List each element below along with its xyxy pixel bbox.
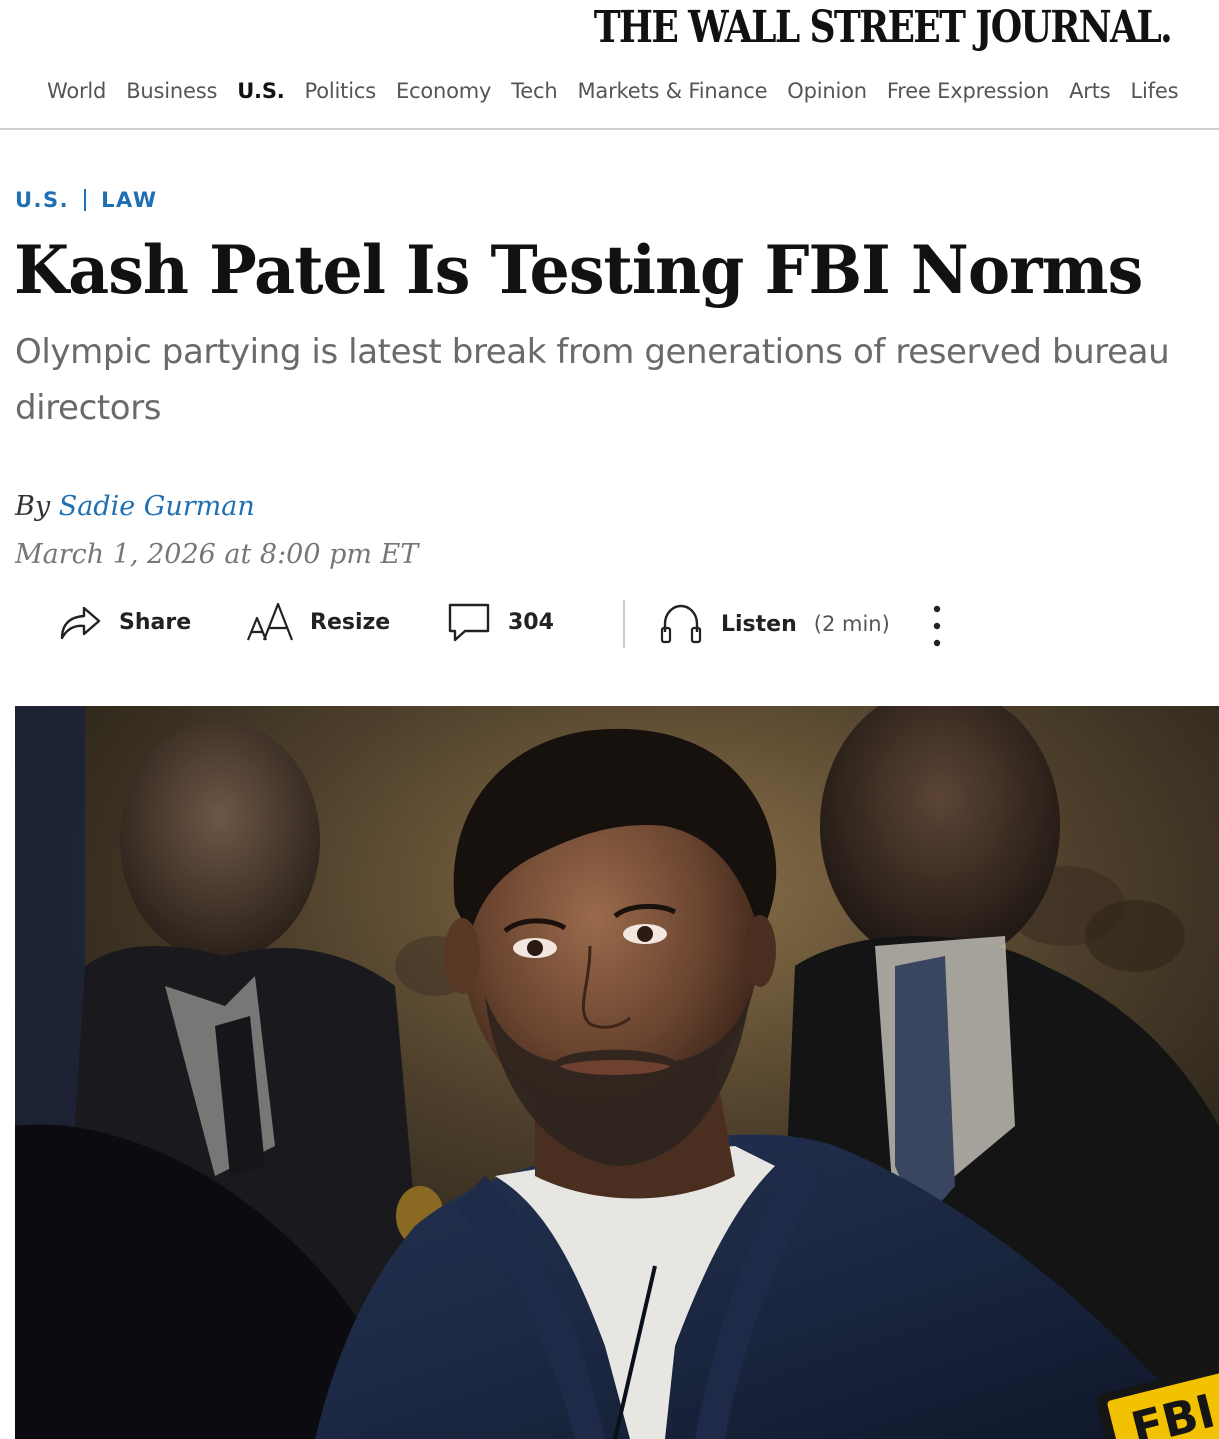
resize-button[interactable]: Resize (246, 594, 390, 650)
hero-photo-illustration: FBI (15, 706, 1219, 1439)
author-link[interactable]: Sadie Gurman (59, 491, 255, 522)
resize-label: Resize (310, 609, 391, 635)
byline: By Sadie Gurman (15, 489, 255, 525)
article-toolbar: Share Resize 304 Listen (2 min) (0, 594, 1000, 654)
headphones-icon (659, 602, 703, 646)
hero-photo: FBI (15, 706, 1219, 1439)
nav-item-lifestyle[interactable]: Lifes (1131, 74, 1179, 108)
comment-count: 304 (508, 609, 554, 635)
byline-prefix: By (15, 491, 51, 522)
share-button[interactable]: Share (57, 594, 191, 650)
listen-label: Listen (721, 611, 797, 637)
nav-item-business[interactable]: Business (126, 74, 217, 108)
vertical-ellipsis-icon (926, 600, 948, 648)
toolbar-divider (623, 600, 625, 648)
kicker-section-link[interactable]: U.S. (15, 186, 69, 214)
speech-bubble-icon (447, 601, 491, 643)
nav-item-politics[interactable]: Politics (305, 74, 377, 108)
article-headline: Kash Patel Is Testing FBI Norms (14, 231, 1143, 309)
nav-item-tech[interactable]: Tech (511, 74, 557, 108)
article-kicker: U.S. LAW (15, 186, 158, 214)
wsj-logo[interactable]: THE WALL STREET JOURNAL. (594, 4, 1173, 52)
section-nav: World Business U.S. Politics Economy Tec… (47, 74, 1179, 108)
comments-button[interactable]: 304 (447, 594, 554, 650)
kicker-subsection-link[interactable]: LAW (101, 186, 157, 214)
nav-item-world[interactable]: World (47, 74, 106, 108)
kicker-divider (84, 189, 87, 211)
nav-item-economy[interactable]: Economy (396, 74, 492, 108)
nav-item-free-expression[interactable]: Free Expression (887, 74, 1049, 108)
nav-item-opinion[interactable]: Opinion (787, 74, 867, 108)
listen-button[interactable]: Listen (2 min) (659, 596, 890, 652)
nav-item-arts[interactable]: Arts (1069, 74, 1111, 108)
nav-item-markets-finance[interactable]: Markets & Finance (578, 74, 768, 108)
publish-timestamp: March 1, 2026 at 8:00 pm ET (15, 539, 419, 570)
article-dek: Olympic partying is latest break from ge… (15, 332, 1170, 428)
nav-item-us[interactable]: U.S. (237, 74, 285, 108)
share-label: Share (119, 609, 192, 635)
masthead: THE WALL STREET JOURNAL. World Business … (0, 0, 1219, 130)
listen-duration: (2 min) (813, 612, 890, 636)
text-resize-icon (246, 600, 294, 644)
share-arrow-icon (57, 602, 103, 642)
more-options-button[interactable] (926, 596, 948, 652)
